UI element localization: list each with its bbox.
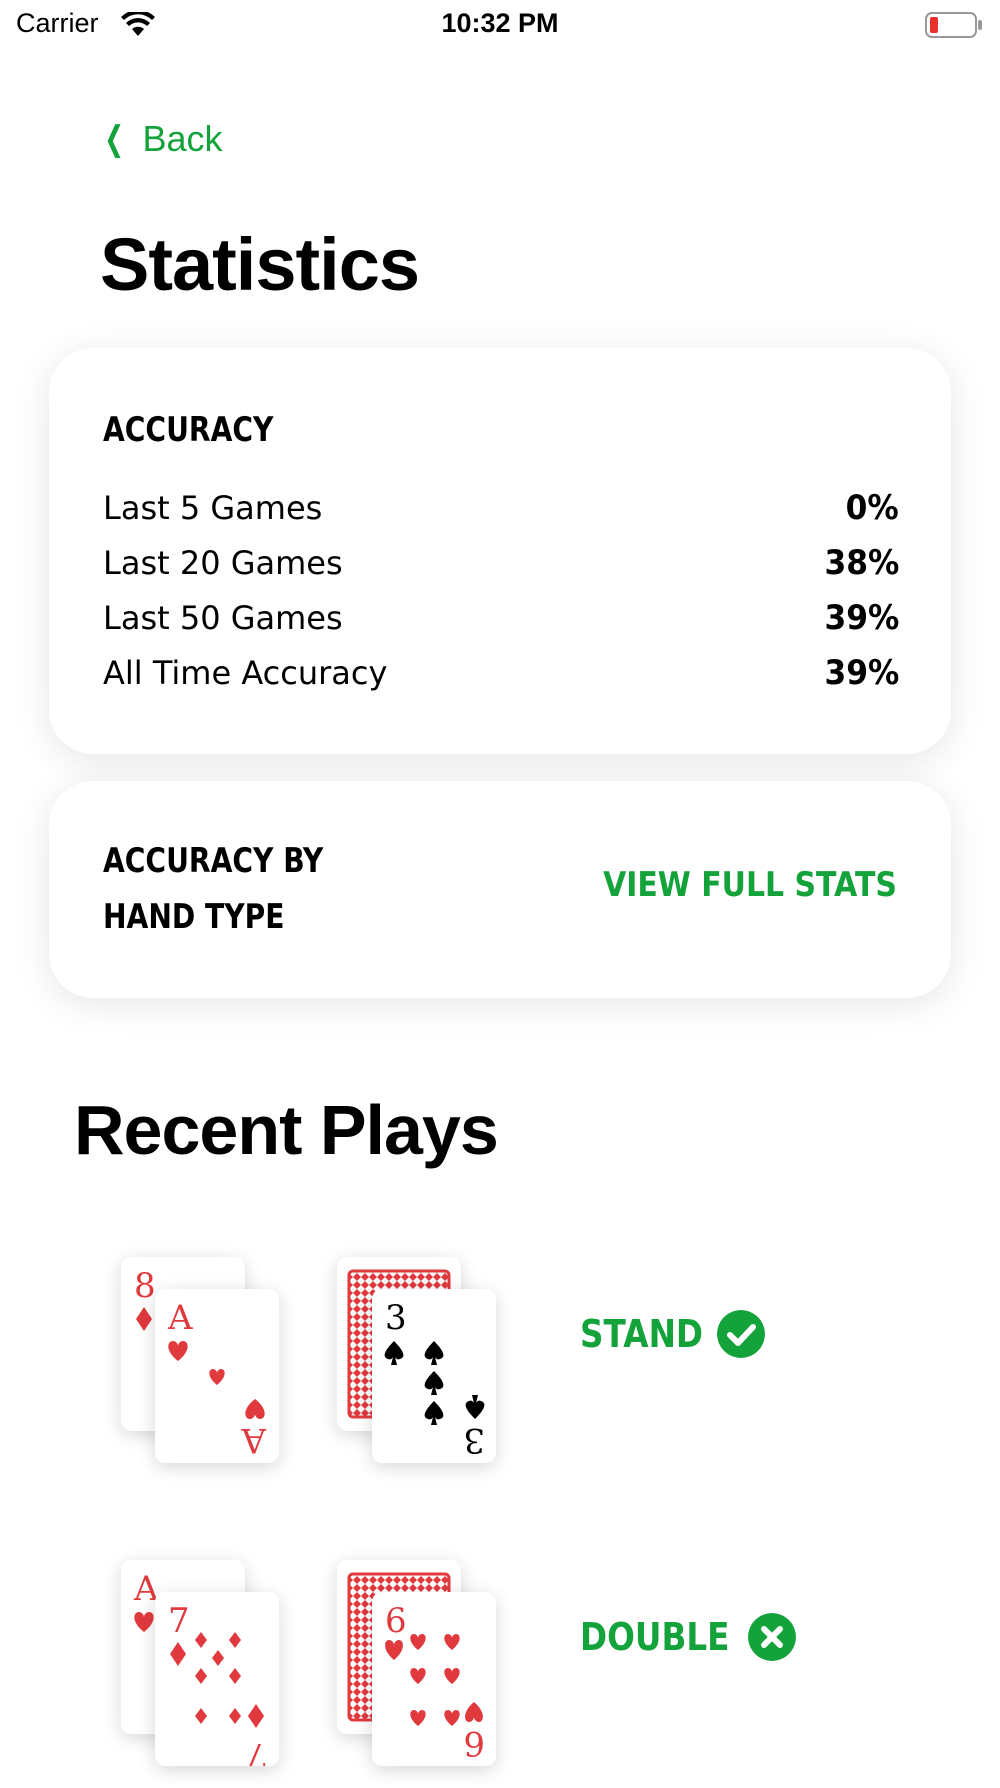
accuracy-card: ACCURACY Last 5 Games 0% Last 20 Games 3… (49, 348, 951, 754)
accuracy-heading: ACCURACY (103, 410, 274, 450)
playing-card-ace-hearts: A A (155, 1289, 279, 1463)
status-bar: Carrier 10:32 PM (0, 0, 1000, 50)
svg-text:A: A (241, 1420, 267, 1460)
stat-label: Last 5 Games (103, 489, 323, 527)
page-title: Statistics (100, 223, 420, 306)
playing-card-6-hearts: 6 6 (372, 1592, 496, 1766)
stat-label: Last 50 Games (103, 599, 343, 637)
stat-value: 39% (824, 653, 899, 693)
action-label: DOUBLE (580, 1615, 730, 1659)
svg-text:3: 3 (463, 1420, 485, 1460)
chevron-left-icon: ❮ (104, 120, 125, 158)
play-action: STAND (580, 1310, 766, 1358)
view-full-stats-link[interactable]: VIEW FULL STATS (603, 865, 897, 905)
hand-type-heading-line1: ACCURACY BY (103, 841, 324, 881)
action-label: STAND (580, 1312, 704, 1356)
stat-row: Last 50 Games 39% (103, 593, 899, 643)
stat-row: Last 5 Games 0% (103, 483, 899, 533)
recent-play-row: A 7 7 6 6 DOUBLE (0, 1558, 1000, 1788)
stat-value: 39% (824, 598, 899, 638)
svg-text:6: 6 (385, 1601, 407, 1641)
recent-plays-title: Recent Plays (74, 1091, 499, 1169)
x-circle-icon (747, 1613, 796, 1661)
hand-type-heading-line2: HAND TYPE (103, 897, 285, 937)
recent-play-row: 8 A A 3 3 STAND (0, 1255, 1000, 1485)
svg-text:6: 6 (463, 1723, 485, 1763)
hand-type-card[interactable]: ACCURACY BY HAND TYPE VIEW FULL STATS (49, 781, 951, 998)
svg-text:3: 3 (385, 1298, 407, 1338)
stat-value: 38% (824, 543, 899, 583)
stat-label: All Time Accuracy (103, 654, 388, 692)
stat-value: 0% (845, 488, 899, 528)
back-label: Back (142, 118, 223, 159)
check-circle-icon (717, 1310, 766, 1358)
svg-text:7: 7 (246, 1735, 268, 1766)
play-action: DOUBLE (580, 1613, 796, 1661)
card-rank: 8 (134, 1266, 156, 1306)
battery-low-icon (925, 12, 982, 38)
stat-row: Last 20 Games 38% (103, 538, 899, 588)
svg-text:A: A (167, 1298, 193, 1338)
playing-card-7-diamonds: 7 7 (155, 1592, 279, 1766)
svg-text:7: 7 (168, 1601, 190, 1641)
stat-label: Last 20 Games (103, 544, 343, 582)
clock: 10:32 PM (441, 8, 559, 38)
playing-card-3-spades: 3 3 (372, 1289, 496, 1463)
back-button[interactable]: ❮ Back (100, 118, 223, 160)
stat-row: All Time Accuracy 39% (103, 648, 899, 698)
